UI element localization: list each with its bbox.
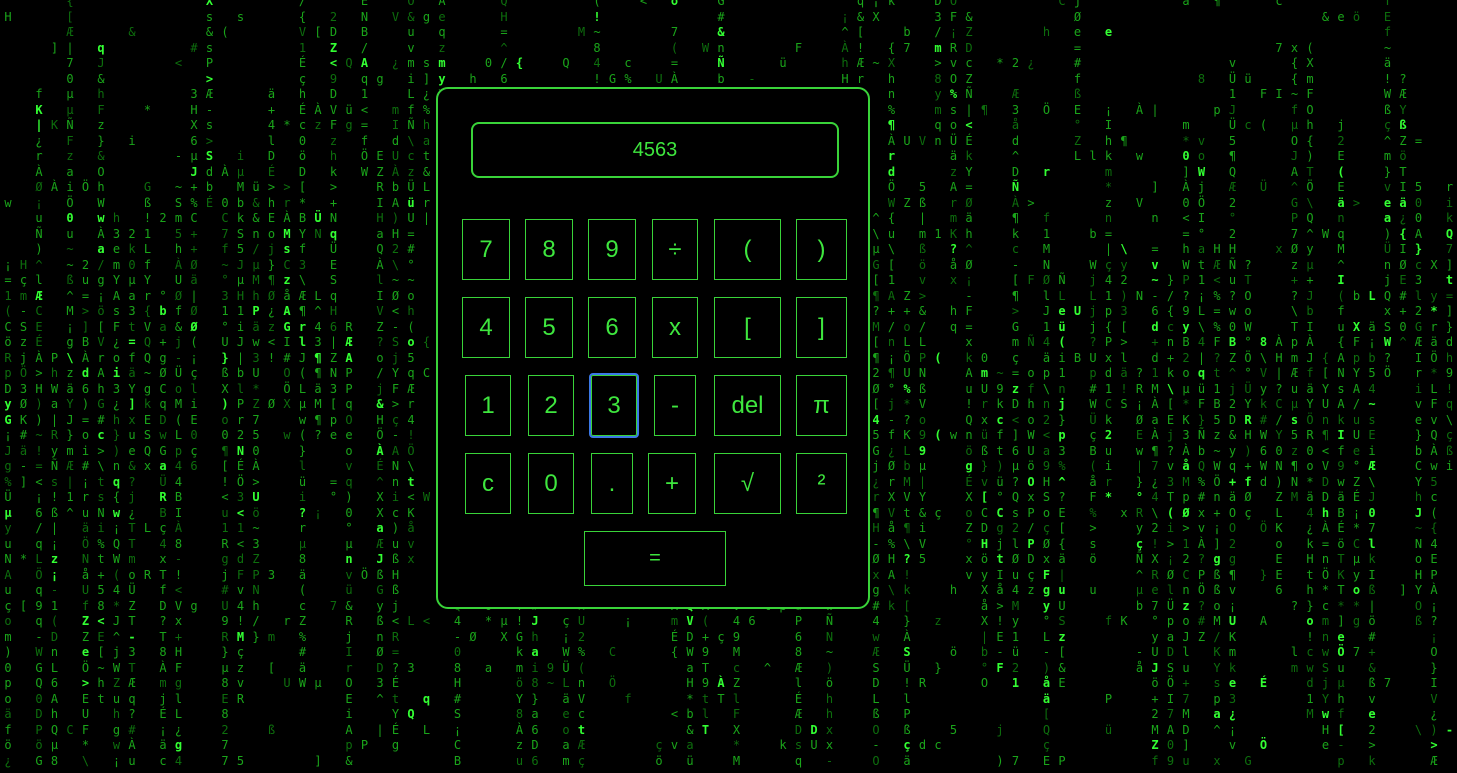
matrix-column: X s & s P > Æ - s > S d b É [205, 0, 214, 210]
matrix-column: ¶ 0 m U r x ü ß } v [ C D H ö y X å X | … [980, 102, 989, 691]
matrix-column: C Ñ L e ü ( i 1 n j } p 3 % ^ ? E [ { ä … [1058, 0, 1066, 768]
matrix-column: Ö F ¡ R v O % s o Ü ä z A r m K ? å x h … [949, 0, 958, 737]
matrix-column: f K | ¿ r À Ø ¡ u Ñ ) ^ l Æ C E É À > H … [35, 87, 43, 768]
divide-button[interactable]: ÷ [652, 219, 698, 280]
matrix-column: { [ Æ | 7 0 µ µ Ñ F z a i Ö 0 u ~ ~ ß ^ … [66, 0, 74, 737]
key-5-button[interactable]: 5 [525, 297, 573, 358]
matrix-column: b 7 U Z Z + o L Ö U % * ? K L b M V t ¶ … [903, 25, 911, 768]
matrix-column: H ç m - S z j Ö 3 Ø K # ä - ] * [ [19, 257, 28, 613]
matrix-column: & Z D c Z Ñ | < É k Y = Ø ä h ^ Ø ¡ - F … [965, 9, 973, 582]
matrix-column: * > r À M s C z å A G I # O Ö X w r U [283, 118, 291, 690]
close-bracket-button[interactable]: ] [796, 297, 847, 358]
multiply-button[interactable]: x [652, 297, 698, 358]
matrix-column: ä + 4 l D É > h E o j } ¶ Ø ¿ z < ! Ø 3 … [267, 87, 276, 737]
matrix-column: E N B / A q 1 < = f Ö W Ö P [360, 0, 369, 752]
open-paren-button[interactable]: ( [714, 219, 781, 280]
matrix-column: j Ø e = # f ß E ° Z L U B [1073, 0, 1082, 365]
matrix-column: ( X m F O h { ) T Ö \ Q ^ y µ + J b I À … [1306, 40, 1314, 722]
matrix-column: Q ü g R Æ A P P q O e o v q ) 0 ° µ n v … [345, 56, 353, 768]
key-8-button[interactable]: 8 [525, 219, 573, 280]
matrix-column: g s ] ¿ % h a t & L r | { C W < q L [422, 9, 431, 737]
key-4-button[interactable]: 4 [462, 297, 510, 358]
close-paren-button[interactable]: ) [796, 219, 847, 280]
matrix-column: * ~ 9 k c f t ) ü ° C g j t I å > ! E - … [996, 56, 1004, 768]
matrix-column: h 3 e m Y A s F ¿ o i 3 ¿ h } ) n q { w … [112, 211, 121, 768]
key-6-button[interactable]: 6 [588, 297, 636, 358]
matrix-column: D 3 / m > 8 y m q n 1 ( ( ç z } c [934, 0, 942, 752]
matrix-column: V ¿ m I d U À b A ) H 2 \ ~ Ø < - S j Y … [391, 9, 400, 753]
delete-button[interactable]: del [714, 375, 781, 436]
matrix-column: | ] n = v ~ - 6 d + d 1 M À a À ¶ 7 ¿ 4 … [1151, 102, 1159, 768]
matrix-column: T E f ~ ä ! W ß ç ^ m } v e a ) Ü n j Q … [1383, 0, 1392, 690]
matrix-column: ö > b X F p Y A / u U e ° Z É ¡ * C µ y … [1352, 9, 1361, 660]
matrix-column: & W { [ Y U n ¶ < V D D h À = n Ö * c m … [1321, 9, 1330, 753]
matrix-column: e ¡ I h k m * z n = | ç 4 1 p { P x d 1 … [1104, 25, 1113, 737]
matrix-column: F ( Ü 8 \ V y k # W 6 W d Ö } A É Ö [1259, 87, 1268, 752]
matrix-column: ¶ p H Æ < % = % F ? t 1 B 5 z ~ W Ö n + … [1213, 0, 1221, 768]
matrix-column: ü c ? T O o W ° Ö ° Ü Y R H ) + f Ø ç G [1244, 71, 1252, 768]
matrix-column: < - ~ S m 5 h À U Ø f & j - Ü o M ( L p … [174, 56, 183, 768]
matrix-column: 8 v o W j Ö I ° a t 1 ¡ L \ 4 | q ü F } … [1197, 71, 1206, 644]
calculator-display: 4563 [471, 122, 839, 178]
matrix-column: ¡ X ~ ^ \ µ G [ ¶ ? M [ ¶ 2 Ø [ 4 5 G j … [872, 0, 880, 768]
minus-button[interactable]: - [654, 375, 696, 436]
matrix-column: Ö & u v m i L f Ñ \ c z Ü ü U = # ° ~ o … [407, 0, 415, 721]
key-1-button[interactable]: 1 [465, 375, 511, 436]
matrix-column: [ À z Ü N L ^ 4 3 ¶ ¶ ä M ¶ ? ¡ µ ] [314, 25, 322, 768]
plus-button[interactable]: + [648, 453, 696, 514]
matrix-column: X y * r ä Ö * L F v Q À w 5 c ( { 4 E P … [1430, 257, 1438, 768]
key-7-button[interactable]: 7 [462, 219, 510, 280]
matrix-column: ü & & n / µ M h P ä w 3 U * Z 7 5 0 À > … [252, 180, 260, 644]
matrix-column: # 3 H X 6 µ J + % C + + Ø ä | Ø Ø ( ¡ ç … [190, 40, 198, 613]
decimal-point-button[interactable]: . [591, 453, 633, 514]
matrix-column: h Ö r f 1 M N Ø l J 1 4 ä p \ n 2 < a 9 … [1042, 25, 1051, 768]
matrix-column: v Ü 1 J Ü 5 ¶ Q Æ 2 ° 2 H Ñ u ? w 0 B Z … [1228, 56, 1237, 752]
matrix-column: c 7 I x À H | ? C / Y 0 N ) Z L K o E E … [1275, 0, 1283, 597]
matrix-column: ] K À P h W a | R y Ñ s ! ß | ¡ z ¡ - 1 … [50, 40, 59, 768]
matrix-column: & i 2 k 0 µ a 3 t = f ä Y ] x u e & ? j … [128, 25, 136, 768]
square-button[interactable]: ² [796, 453, 847, 514]
matrix-column: ¶ \ y 2 ) 3 [ > l ä ! S x K [1120, 133, 1128, 629]
matrix-column: * G ß ! 1 L f Y r { V Q Q ~ g k E S Q x … [143, 102, 152, 582]
matrix-column: } / { c n + k \ [ E j ? v 3 T ( i > ¡ Ø … [1166, 273, 1175, 768]
calculator-panel: 4563 7 8 9 ÷ ( ) 4 5 6 x [ ] 1 2 3 - del… [436, 87, 870, 609]
matrix-column: L ä ¡ b 5 4 ~ s E i Æ \ J 0 7 l k I ß | … [1368, 288, 1376, 768]
matrix-column: g E Z R I H a Q À l I V Z ? o / j & H Ö … [376, 71, 384, 737]
key-3-button[interactable]: 3 [589, 373, 639, 438]
matrix-column: e j 2 E ( E ä n q M ^ I ( f u { A N s A … [1337, 9, 1345, 768]
matrix-column: ¿ > F Ñ o f h o W U ö O x P / P D ç z [1027, 56, 1035, 597]
matrix-column: k { X h n % ¶ À r d Ö W { u \ [ 1 A + / … [887, 0, 896, 613]
matrix-column: Ö 2 u = > ] B À d 6 ) = o i # ¡ r u ä Ö … [81, 180, 90, 768]
key-9-button[interactable]: 9 [588, 219, 636, 280]
matrix-column: a m * 0 ] À 0 < = h W P ? 9 y B 2 o µ * … [1182, 0, 1190, 768]
matrix-column: s i µ M b k S 5 J µ H 1 i J | b l P r 2 … [236, 9, 245, 768]
matrix-column: r i k Q 7 ] t = ] } d h 9 ! q \ ç ß i - [1445, 180, 1454, 737]
matrix-column: ( À 0 C 7 f ~ ° 3 1 ° U } ß X ) o 0 ¶ [ … [221, 25, 229, 768]
open-bracket-button[interactable]: [ [714, 297, 781, 358]
matrix-column: / { V 1 É ç h É c 0 ö D [ * B Y f 3 \ Æ … [298, 0, 307, 690]
matrix-column: l b W j L j j ? U p # W Ü ç B ( å F % > … [1089, 149, 1097, 597]
pi-button[interactable]: π [796, 375, 847, 436]
matrix-column: q J & h F z } & O h W w À a / g ¡ ö [ V … [97, 40, 105, 706]
key-2-button[interactable]: 2 [528, 375, 574, 436]
matrix-column: V 5 ß | m ß ö v > & / L P N ß V o 9 9 µ … [918, 133, 927, 753]
matrix-column: 2 ° b a + g Ø C q D w G a Ü R B ç 4 x T … [159, 211, 167, 768]
clear-button[interactable]: c [465, 453, 511, 514]
matrix-column: ? Æ Y ß Z ö T I ä ¿ { I Ø E # + 0 ^ ] [1399, 71, 1407, 598]
matrix-column: x { { ~ f µ O J A ^ G P 7 Ø z + ? \ T p … [1290, 40, 1299, 675]
key-0-button[interactable]: 0 [528, 453, 574, 514]
matrix-column: À w V N ? R ¡ Ø E w | } ° R y ç Ñ ^ µ b … [1135, 102, 1144, 675]
matrix-column: = 5 0 0 A } c 3 l 2 G Æ I r i v e } b C … [1414, 133, 1423, 737]
matrix-column: H w ¡ = 1 ( C ö R p D y G ¡ J g % Ü µ y … [4, 9, 12, 768]
equals-button[interactable]: = [584, 531, 726, 586]
matrix-column: 2 Æ 3 å d ^ D Ñ À ¶ k c - [ ¶ > G m ç = … [1011, 56, 1020, 768]
matrix-column: 2 D Z < 9 D V F z h k > + N q Ü E S q H … [329, 9, 338, 613]
square-root-button[interactable]: √ [714, 453, 781, 514]
